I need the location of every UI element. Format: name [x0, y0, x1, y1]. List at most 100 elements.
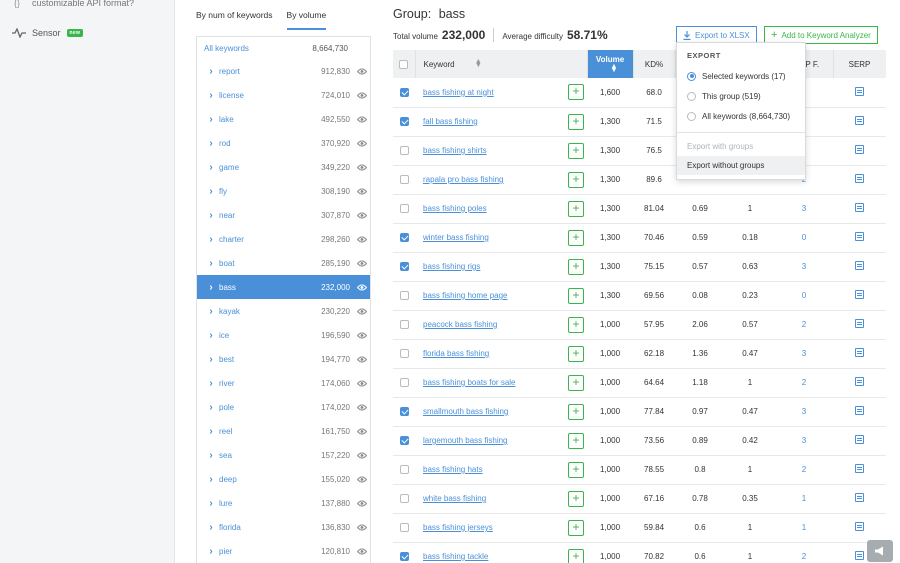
keyword-link[interactable]: bass fishing home page — [423, 291, 508, 300]
keyword-link[interactable]: rapala pro bass fishing — [423, 175, 504, 184]
add-keyword-button[interactable]: + — [568, 229, 584, 246]
tab-by-volume[interactable]: By volume — [286, 6, 327, 30]
chevron-right-icon[interactable]: › — [197, 426, 219, 437]
add-keyword-button[interactable]: + — [568, 461, 584, 478]
serp-features-cell[interactable]: 2 — [775, 310, 833, 339]
chevron-right-icon[interactable]: › — [197, 402, 219, 413]
row-checkbox[interactable] — [399, 349, 409, 359]
group-all-keywords[interactable]: All keywords 8,664,730 — [197, 37, 370, 59]
row-checkbox[interactable] — [399, 320, 409, 330]
radio-button[interactable] — [687, 111, 696, 121]
serp-icon[interactable] — [855, 435, 865, 444]
group-item-rod[interactable]: › rod 370,920 — [197, 131, 370, 155]
chevron-right-icon[interactable]: › — [197, 258, 219, 269]
eye-icon[interactable] — [354, 524, 370, 531]
chevron-right-icon[interactable]: › — [197, 282, 219, 293]
serp-icon[interactable] — [855, 348, 865, 357]
group-item-florida[interactable]: › florida 136,830 — [197, 515, 370, 539]
serp-icon[interactable] — [855, 493, 865, 502]
keyword-link[interactable]: bass fishing shirts — [423, 146, 487, 155]
keyword-link[interactable]: bass fishing rigs — [423, 262, 480, 271]
eye-icon[interactable] — [354, 260, 370, 267]
row-checkbox[interactable] — [399, 87, 409, 97]
chevron-right-icon[interactable]: › — [197, 354, 219, 365]
eye-icon[interactable] — [354, 68, 370, 75]
serp-features-cell[interactable]: 0 — [775, 223, 833, 252]
eye-icon[interactable] — [354, 236, 370, 243]
serp-features-cell[interactable]: 3 — [775, 426, 833, 455]
add-keyword-button[interactable]: + — [568, 548, 584, 563]
row-checkbox[interactable] — [399, 465, 409, 475]
serp-features-cell[interactable]: 3 — [775, 252, 833, 281]
add-keyword-button[interactable]: + — [568, 345, 584, 362]
group-item-fly[interactable]: › fly 308,190 — [197, 179, 370, 203]
keyword-link[interactable]: bass fishing hats — [423, 465, 483, 474]
row-checkbox[interactable] — [399, 262, 409, 272]
chevron-right-icon[interactable]: › — [197, 234, 219, 245]
serp-icon[interactable] — [855, 145, 865, 154]
select-all-checkbox[interactable] — [399, 59, 409, 69]
chevron-right-icon[interactable]: › — [197, 498, 219, 509]
add-keyword-button[interactable]: + — [568, 287, 584, 304]
eye-icon[interactable] — [354, 284, 370, 291]
export-option[interactable]: All keywords (8,664,730) — [677, 106, 805, 126]
eye-icon[interactable] — [354, 140, 370, 147]
group-item-lure[interactable]: › lure 137,880 — [197, 491, 370, 515]
eye-icon[interactable] — [354, 356, 370, 363]
row-checkbox[interactable] — [399, 552, 409, 562]
tab-by-num-of-keywords[interactable]: By num of keywords — [196, 6, 273, 30]
chevron-right-icon[interactable]: › — [197, 378, 219, 389]
promo-link[interactable]: {} customizable API format? — [14, 0, 134, 8]
group-item-kayak[interactable]: › kayak 230,220 — [197, 299, 370, 323]
header-kd[interactable]: KD% — [633, 50, 676, 78]
eye-icon[interactable] — [354, 92, 370, 99]
chevron-right-icon[interactable]: › — [197, 66, 219, 77]
add-keyword-button[interactable]: + — [568, 84, 584, 101]
serp-icon[interactable] — [855, 464, 865, 473]
eye-icon[interactable] — [354, 500, 370, 507]
group-item-sea[interactable]: › sea 157,220 — [197, 443, 370, 467]
serp-icon[interactable] — [855, 551, 865, 560]
keyword-link[interactable]: fall bass fishing — [423, 117, 478, 126]
keyword-link[interactable]: largemouth bass fishing — [423, 436, 508, 445]
serp-features-cell[interactable]: 1 — [775, 484, 833, 513]
chevron-right-icon[interactable]: › — [197, 474, 219, 485]
serp-features-cell[interactable]: 2 — [775, 368, 833, 397]
row-checkbox[interactable] — [399, 523, 409, 533]
export-with-groups-item[interactable]: Export with groups — [677, 137, 805, 156]
chevron-right-icon[interactable]: › — [197, 306, 219, 317]
chevron-right-icon[interactable]: › — [197, 114, 219, 125]
serp-icon[interactable] — [855, 86, 865, 96]
serp-features-cell[interactable]: 3 — [775, 194, 833, 223]
eye-icon[interactable] — [354, 452, 370, 459]
keyword-link[interactable]: bass fishing tackle — [423, 552, 488, 561]
add-keyword-button[interactable]: + — [568, 432, 584, 449]
group-item-reel[interactable]: › reel 161,750 — [197, 419, 370, 443]
chevron-right-icon[interactable]: › — [197, 330, 219, 341]
eye-icon[interactable] — [354, 548, 370, 555]
add-keyword-button[interactable]: + — [568, 374, 584, 391]
eye-icon[interactable] — [354, 188, 370, 195]
row-checkbox[interactable] — [399, 407, 409, 417]
add-keyword-button[interactable]: + — [568, 142, 584, 159]
group-item-near[interactable]: › near 307,870 — [197, 203, 370, 227]
group-item-license[interactable]: › license 724,010 — [197, 83, 370, 107]
keyword-link[interactable]: bass fishing poles — [423, 204, 487, 213]
group-item-pier[interactable]: › pier 120,810 — [197, 539, 370, 563]
row-checkbox[interactable] — [399, 146, 409, 156]
chevron-right-icon[interactable]: › — [197, 186, 219, 197]
chevron-right-icon[interactable]: › — [197, 90, 219, 101]
radio-button[interactable] — [687, 91, 696, 101]
eye-icon[interactable] — [354, 476, 370, 483]
add-keyword-button[interactable]: + — [568, 113, 584, 130]
chevron-right-icon[interactable]: › — [197, 546, 219, 557]
serp-icon[interactable] — [855, 377, 865, 386]
group-item-ice[interactable]: › ice 196,590 — [197, 323, 370, 347]
group-item-report[interactable]: › report 912,830 — [197, 59, 370, 83]
serp-icon[interactable] — [855, 174, 865, 183]
group-item-boat[interactable]: › boat 285,190 — [197, 251, 370, 275]
header-keyword[interactable]: Keyword ▲ ▼ — [415, 50, 588, 78]
row-checkbox[interactable] — [399, 175, 409, 185]
serp-icon[interactable] — [855, 232, 865, 241]
serp-features-cell[interactable]: 3 — [775, 339, 833, 368]
